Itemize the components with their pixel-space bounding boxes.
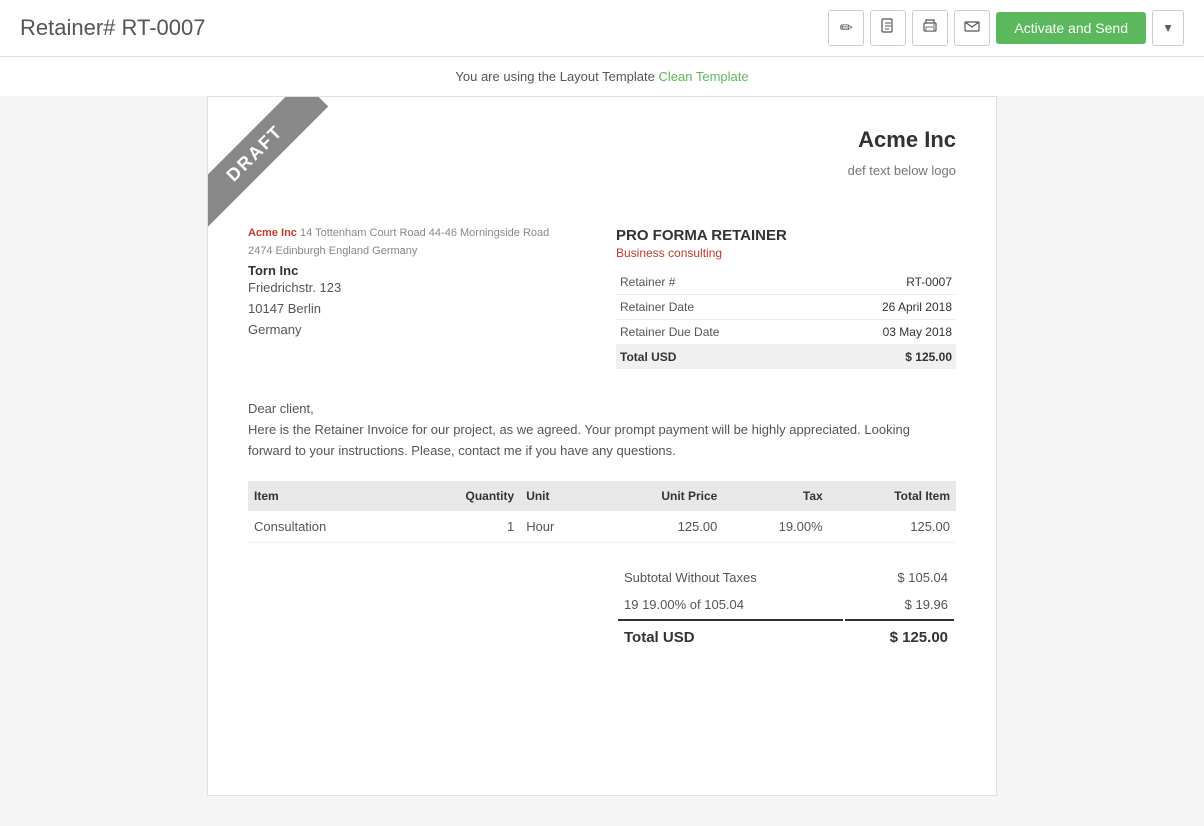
grand-total-label: Total USD (618, 619, 843, 651)
total-label: Total USD (616, 345, 813, 370)
activate-send-button[interactable]: Activate and Send (996, 12, 1146, 44)
items-table-header: Item Quantity Unit Unit Price Tax Total … (248, 481, 956, 511)
col-quantity: Quantity (406, 481, 520, 511)
field-label: Retainer # (616, 270, 813, 295)
col-tax: Tax (723, 481, 828, 511)
document-inner: Acme Inc def text below logo Acme Inc 14… (208, 97, 996, 683)
items-header-row: Item Quantity Unit Unit Price Tax Total … (248, 481, 956, 511)
from-street: 14 Tottenham Court Road 44-46 Morningsid… (300, 227, 549, 239)
to-country: Germany (248, 320, 596, 341)
tax-value: $ 19.96 (845, 592, 954, 617)
two-col-section: Acme Inc 14 Tottenham Court Road 44-46 M… (248, 227, 956, 369)
grand-total-row: Total USD $ 125.00 (618, 619, 954, 651)
to-details: Friedrichstr. 123 10147 Berlin Germany (248, 278, 596, 340)
totals-table: Subtotal Without Taxes $ 105.04 19 19.00… (616, 563, 956, 653)
from-address-line: Acme Inc 14 Tottenham Court Road 44-46 M… (248, 227, 596, 239)
company-header: Acme Inc def text below logo (248, 127, 956, 207)
edit-button[interactable]: ✏ (828, 10, 864, 46)
edit-icon: ✏ (840, 18, 853, 38)
pdf-button[interactable] (870, 10, 906, 46)
def-text: def text below logo (248, 163, 956, 178)
toolbar-actions: ✏ (828, 10, 1184, 46)
email-button[interactable] (954, 10, 990, 46)
letter-greeting: Dear client, (248, 399, 956, 420)
col-unit: Unit (520, 481, 595, 511)
template-info-text: You are using the Layout Template (455, 69, 654, 84)
pdf-icon (880, 18, 896, 39)
field-value: 26 April 2018 (813, 295, 956, 320)
document-wrapper: DRAFT Acme Inc def text below logo Acme … (0, 96, 1204, 826)
invoice-subtitle: Business consulting (616, 246, 956, 260)
col-unit-price: Unit Price (596, 481, 724, 511)
company-name: Acme Inc (248, 127, 956, 153)
from-city-line: 2474 Edinburgh England Germany (248, 245, 596, 257)
details-total-row: Total USD $ 125.00 (616, 345, 956, 370)
total-value: $ 125.00 (813, 345, 956, 370)
top-bar: Retainer# RT-0007 ✏ (0, 0, 1204, 57)
dropdown-button[interactable]: ▾ (1152, 10, 1184, 46)
item-unit-price: 125.00 (596, 511, 724, 543)
field-value: RT-0007 (813, 270, 956, 295)
item-tax: 19.00% (723, 511, 828, 543)
page-title: Retainer# RT-0007 (20, 15, 206, 41)
details-field-row: Retainer #RT-0007 (616, 270, 956, 295)
to-postal: 10147 Berlin (248, 299, 596, 320)
items-table: Item Quantity Unit Unit Price Tax Total … (248, 481, 956, 543)
letter-body: Dear client, Here is the Retainer Invoic… (248, 399, 956, 461)
print-button[interactable] (912, 10, 948, 46)
col-item: Item (248, 481, 406, 511)
details-table: Retainer #RT-0007Retainer Date26 April 2… (616, 270, 956, 369)
to-street: Friedrichstr. 123 (248, 278, 596, 299)
field-value: 03 May 2018 (813, 320, 956, 345)
to-name: Torn Inc (248, 263, 596, 278)
grand-total-value: $ 125.00 (845, 619, 954, 651)
subtotal-row: Subtotal Without Taxes $ 105.04 (618, 565, 954, 590)
email-icon (964, 18, 980, 39)
totals-section: Subtotal Without Taxes $ 105.04 19 19.00… (248, 563, 956, 653)
print-icon (922, 18, 938, 39)
document: DRAFT Acme Inc def text below logo Acme … (207, 96, 997, 796)
from-company: Acme Inc (248, 227, 297, 239)
invoice-title: PRO FORMA RETAINER (616, 227, 956, 244)
template-info-bar: You are using the Layout Template Clean … (0, 57, 1204, 96)
details-field-row: Retainer Due Date03 May 2018 (616, 320, 956, 345)
item-quantity: 1 (406, 511, 520, 543)
items-table-body: Consultation 1 Hour 125.00 19.00% 125.00 (248, 511, 956, 543)
details-field-row: Retainer Date26 April 2018 (616, 295, 956, 320)
field-label: Retainer Date (616, 295, 813, 320)
col-total-item: Total Item (829, 481, 956, 511)
item-name: Consultation (248, 511, 406, 543)
billing-address: Acme Inc 14 Tottenham Court Road 44-46 M… (248, 227, 596, 369)
letter-text: Here is the Retainer Invoice for our pro… (248, 420, 956, 462)
field-label: Retainer Due Date (616, 320, 813, 345)
table-row: Consultation 1 Hour 125.00 19.00% 125.00 (248, 511, 956, 543)
tax-row: 19 19.00% of 105.04 $ 19.96 (618, 592, 954, 617)
tax-label: 19 19.00% of 105.04 (618, 592, 843, 617)
item-total: 125.00 (829, 511, 956, 543)
subtotal-value: $ 105.04 (845, 565, 954, 590)
item-unit: Hour (520, 511, 595, 543)
invoice-details: PRO FORMA RETAINER Business consulting R… (616, 227, 956, 369)
chevron-down-icon: ▾ (1165, 20, 1172, 36)
subtotal-label: Subtotal Without Taxes (618, 565, 843, 590)
template-link[interactable]: Clean Template (659, 69, 749, 84)
